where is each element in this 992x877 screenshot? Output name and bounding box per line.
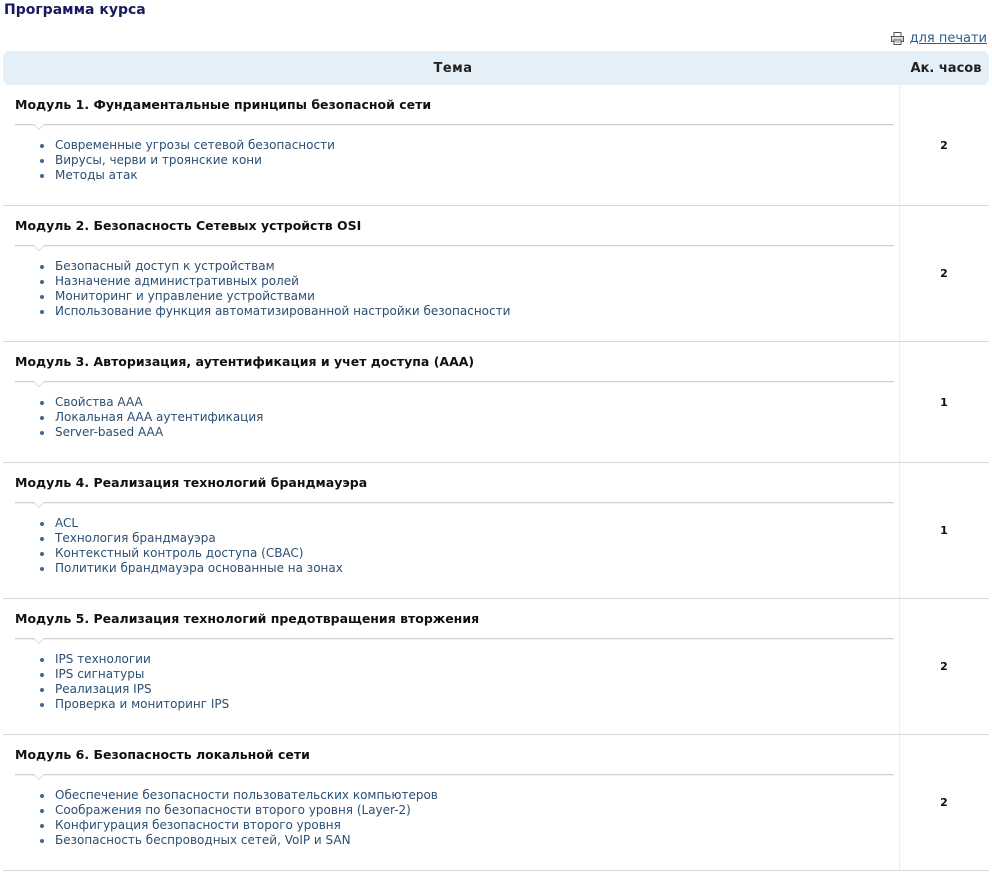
module-topic-cell: Модуль 4. Реализация технологий брандмау… [3,463,899,598]
topic-item: IPS сигнатуры [39,667,899,682]
module-row: Модуль 1. Фундаментальные принципы безоп… [3,85,989,206]
module-hours: 1 [899,342,988,462]
topic-item: Свойства AAA [39,395,899,410]
module-divider [15,245,894,251]
module-title: Модуль 6. Безопасность локальной сети [15,747,310,762]
topic-item: Безопасность беспроводных сетей, VoIP и … [39,833,899,848]
topic-item: Проверка и мониторинг IPS [39,697,899,712]
module-title: Модуль 4. Реализация технологий брандмау… [15,475,368,490]
table-header: Тема Ак. часов [3,51,989,85]
topic-item: Конфигурация безопасности второго уровня [39,818,899,833]
module-row: Модуль 3. Авторизация, аутентификация и … [3,342,989,463]
module-title: Модуль 2. Безопасность Сетевых устройств… [15,218,362,233]
module-topics-list: IPS технологии IPS сигнатуры Реализация … [15,639,899,712]
module-divider [15,124,894,130]
module-hours: 2 [899,85,988,205]
print-link-label: для печати [909,31,987,46]
module-topics-list: Современные угрозы сетевой безопасности … [15,125,899,183]
module-title: Модуль 5. Реализация технологий предотвр… [15,611,480,626]
topic-item: Мониторинг и управление устройствами [39,289,899,304]
module-row: Модуль 6. Безопасность локальной сети Об… [3,735,989,871]
module-topic-cell: Модуль 2. Безопасность Сетевых устройств… [3,206,899,341]
topic-item: Назначение административных ролей [39,274,899,289]
module-topics-list: Свойства AAA Локальная AAA аутентификаци… [15,382,899,440]
topic-item: IPS технологии [39,652,899,667]
topic-item: Реализация IPS [39,682,899,697]
topic-item: Методы атак [39,168,899,183]
module-divider [15,381,894,387]
module-hours: 1 [899,463,988,598]
module-topics-list: Обеспечение безопасности пользовательски… [15,775,899,848]
module-topic-cell: Модуль 1. Фундаментальные принципы безоп… [3,85,899,205]
topic-item: Обеспечение безопасности пользовательски… [39,788,899,803]
module-topic-cell: Модуль 3. Авторизация, аутентификация и … [3,342,899,462]
module-hours: 2 [899,735,988,870]
module-divider [15,502,894,508]
module-hours: 2 [899,599,988,734]
course-program-table: Тема Ак. часов Модуль 1. Фундаментальные… [3,51,989,871]
module-title: Модуль 3. Авторизация, аутентификация и … [15,354,475,369]
topic-item: Безопасный доступ к устройствам [39,259,899,274]
topic-item: Технология брандмауэра [39,531,899,546]
topic-item: ACL [39,516,899,531]
header-topic: Тема [433,60,473,76]
topic-item: Соображения по безопасности второго уров… [39,803,899,818]
topic-item: Локальная AAA аутентификация [39,410,899,425]
page-title: Программа курса [4,2,146,18]
topic-item: Политики брандмауэра основанные на зонах [39,561,899,576]
module-topic-cell: Модуль 5. Реализация технологий предотвр… [3,599,899,734]
printer-icon [890,32,904,45]
topic-item: Server-based AAA [39,425,899,440]
module-row: Модуль 5. Реализация технологий предотвр… [3,599,989,735]
module-row: Модуль 2. Безопасность Сетевых устройств… [3,206,989,342]
module-title: Модуль 1. Фундаментальные принципы безоп… [15,97,432,112]
topic-item: Использование функция автоматизированной… [39,304,899,319]
print-link[interactable]: для печати [890,31,987,46]
module-topic-cell: Модуль 6. Безопасность локальной сети Об… [3,735,899,870]
module-row: Модуль 4. Реализация технологий брандмау… [3,463,989,599]
module-divider [15,774,894,780]
module-hours: 2 [899,206,988,341]
module-topics-list: ACL Технология брандмауэра Контекстный к… [15,503,899,576]
topic-item: Вирусы, черви и троянские кони [39,153,899,168]
topic-item: Современные угрозы сетевой безопасности [39,138,899,153]
header-hours: Ак. часов [910,60,982,76]
module-topics-list: Безопасный доступ к устройствам Назначен… [15,246,899,319]
topic-item: Контекстный контроль доступа (CBAC) [39,546,899,561]
module-divider [15,638,894,644]
